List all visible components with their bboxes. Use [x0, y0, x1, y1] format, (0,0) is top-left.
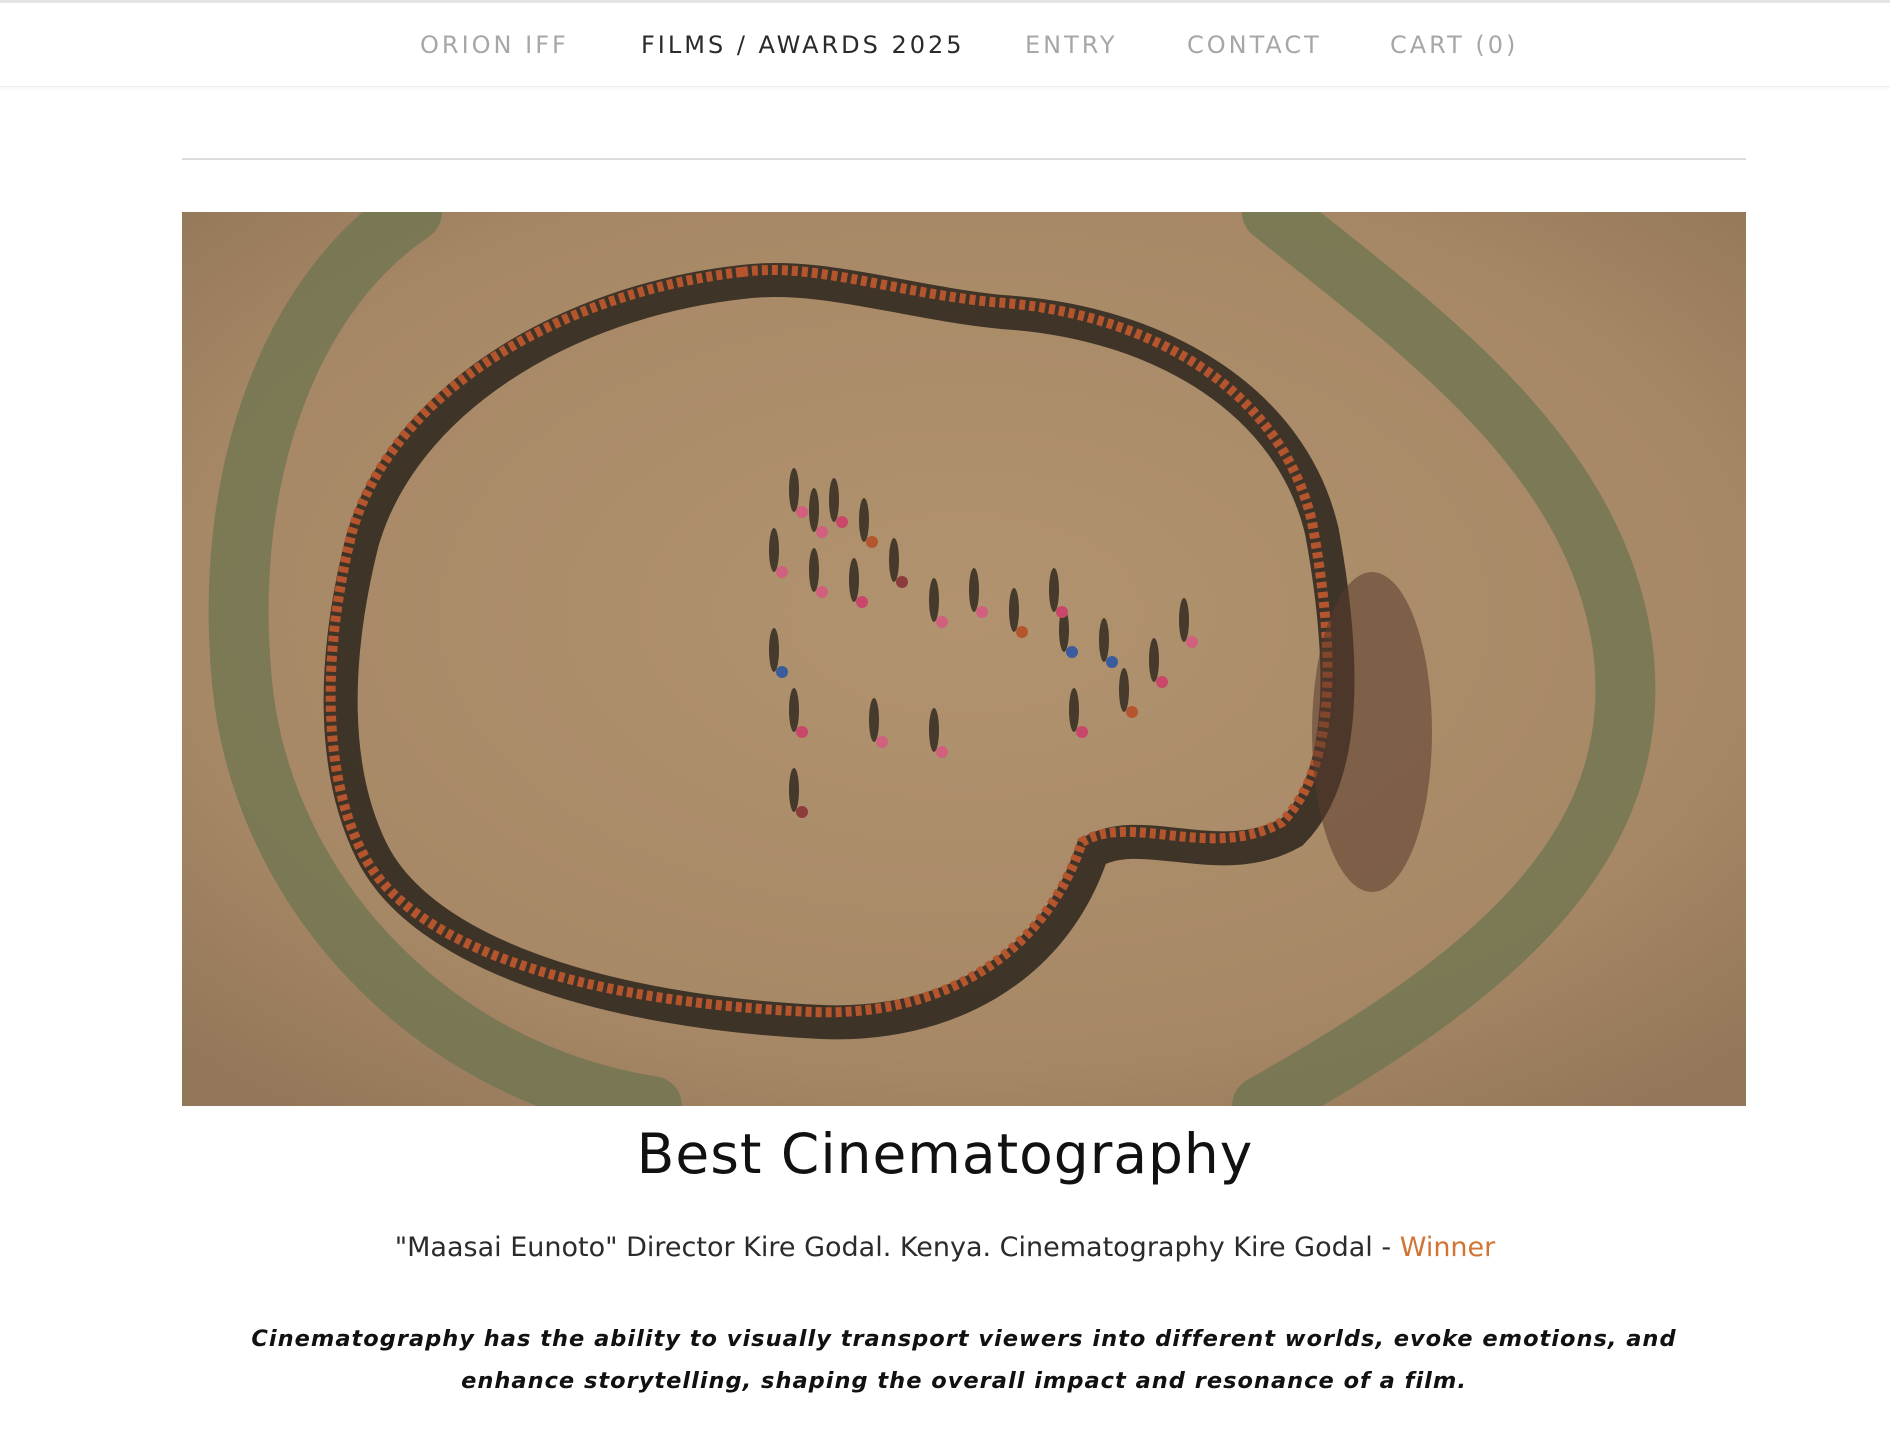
person — [976, 606, 988, 618]
person — [876, 736, 888, 748]
person-shadow — [849, 558, 859, 602]
person-shadow — [769, 528, 779, 572]
person-shadow — [1099, 618, 1109, 662]
nav-item-orion-iff[interactable]: ORION IFF — [420, 31, 569, 59]
person — [1186, 636, 1198, 648]
section-divider — [182, 158, 1746, 160]
person-shadow — [789, 468, 799, 512]
person — [936, 746, 948, 758]
nav-item-contact[interactable]: CONTACT — [1187, 31, 1322, 59]
person-shadow — [809, 488, 819, 532]
person-shadow — [859, 498, 869, 542]
person — [796, 726, 808, 738]
person-shadow — [1149, 638, 1159, 682]
person — [896, 576, 908, 588]
hero-image — [182, 212, 1746, 1106]
person-shadow — [969, 568, 979, 612]
person — [936, 616, 948, 628]
top-navigation: ORION IFF FILMS / AWARDS 2025 ENTRY CONT… — [0, 3, 1890, 87]
person — [1056, 606, 1068, 618]
award-description: Cinematography has the ability to visual… — [251, 1326, 1677, 1394]
person — [836, 516, 848, 528]
person-shadow — [769, 628, 779, 672]
person-shadow — [1179, 598, 1189, 642]
award-title: Best Cinematography — [636, 1122, 1254, 1186]
person-shadow — [1009, 588, 1019, 632]
person-shadow — [829, 478, 839, 522]
person-shadow — [809, 548, 819, 592]
person — [796, 806, 808, 818]
credit-text: "Maasai Eunoto" Director Kire Godal. Ken… — [394, 1232, 1400, 1263]
person — [776, 566, 788, 578]
person — [796, 506, 808, 518]
person — [866, 536, 878, 548]
person-shadow — [889, 538, 899, 582]
winner-label: Winner — [1399, 1232, 1496, 1263]
person — [1126, 706, 1138, 718]
person — [816, 586, 828, 598]
person — [856, 596, 868, 608]
person-shadow — [1069, 688, 1079, 732]
person — [776, 666, 788, 678]
person — [1066, 646, 1078, 658]
nav-item-entry[interactable]: ENTRY — [1025, 31, 1118, 59]
person-shadow — [869, 698, 879, 742]
nav-item-films-awards-2025[interactable]: FILMS / AWARDS 2025 — [641, 31, 965, 59]
person-shadow — [929, 578, 939, 622]
person — [1156, 676, 1168, 688]
person — [816, 526, 828, 538]
person-shadow — [789, 768, 799, 812]
person-shadow — [929, 708, 939, 752]
award-credit: "Maasai Eunoto" Director Kire Godal. Ken… — [0, 1232, 1890, 1263]
person — [1016, 626, 1028, 638]
person-shadow — [789, 688, 799, 732]
nav-item-cart[interactable]: CART (0) — [1390, 31, 1518, 59]
right-cluster — [1312, 572, 1432, 892]
person-shadow — [1119, 668, 1129, 712]
person — [1076, 726, 1088, 738]
person-shadow — [1049, 568, 1059, 612]
person — [1106, 656, 1118, 668]
